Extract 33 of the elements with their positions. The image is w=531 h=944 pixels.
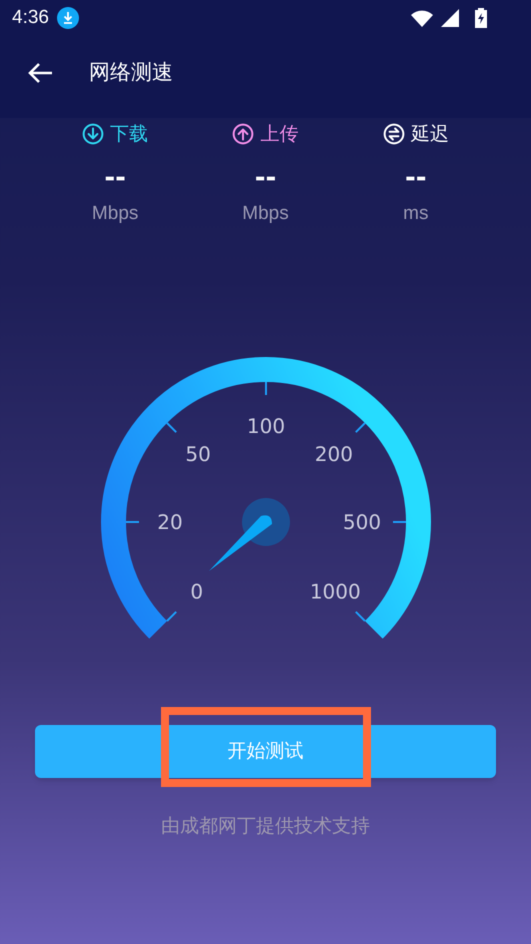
gauge-label: 20 bbox=[156, 510, 182, 534]
gauge-label: 200 bbox=[314, 442, 352, 466]
gauge-label: 50 bbox=[184, 442, 210, 466]
wifi-icon bbox=[411, 10, 433, 26]
metric-label: 下载 bbox=[110, 122, 148, 147]
metric-value: -- bbox=[254, 162, 276, 195]
gauge-tick bbox=[126, 520, 138, 522]
download-notification-icon bbox=[56, 7, 79, 29]
start-test-button[interactable]: 开始测试 bbox=[35, 724, 496, 778]
metric-label: 延迟 bbox=[410, 122, 449, 147]
metric-unit: Mbps bbox=[242, 202, 289, 226]
gauge-tick bbox=[166, 422, 176, 432]
page-title: 网络测速 bbox=[89, 59, 173, 86]
gauge-tick bbox=[354, 422, 366, 432]
metric-unit: ms bbox=[403, 202, 428, 226]
footer-credit: 由成都网丁提供技术支持 bbox=[161, 814, 370, 838]
gauge-needle bbox=[208, 514, 272, 570]
metric-value: -- bbox=[405, 162, 427, 195]
battery-icon bbox=[475, 8, 487, 28]
metric-value: -- bbox=[104, 162, 126, 195]
gauge-tick bbox=[166, 610, 176, 622]
back-icon[interactable] bbox=[28, 62, 53, 84]
signal-icon bbox=[441, 9, 459, 27]
metric-unit: Mbps bbox=[92, 202, 138, 226]
gauge-label: 100 bbox=[246, 414, 285, 438]
metric-label: 上传 bbox=[260, 122, 298, 147]
gauge-tick bbox=[354, 610, 366, 622]
gauge-label: 1000 bbox=[309, 578, 360, 603]
gauge-label: 500 bbox=[342, 510, 381, 534]
gauge-tick bbox=[392, 520, 406, 522]
gauge-tick bbox=[264, 382, 266, 394]
status-time: 4:36 bbox=[12, 6, 49, 30]
gauge-label: 0 bbox=[190, 578, 203, 603]
